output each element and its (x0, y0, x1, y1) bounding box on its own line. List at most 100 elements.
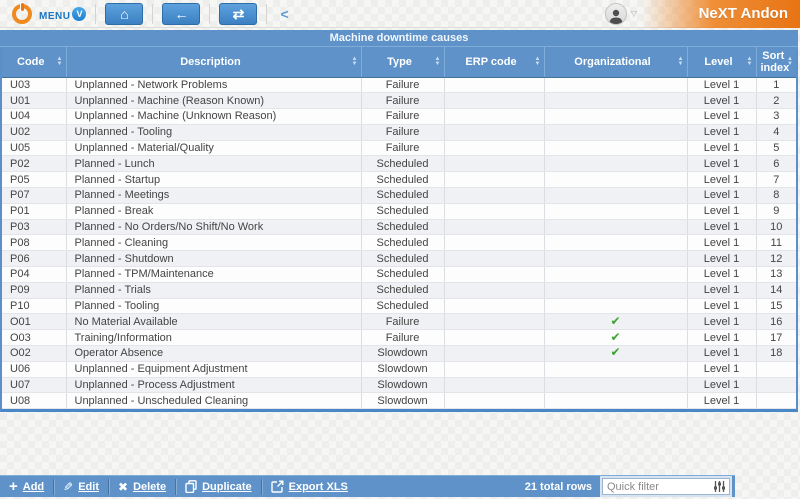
sort-icon[interactable]: ▲▼ (352, 57, 358, 67)
cell-org: ✔ (544, 346, 687, 362)
bottom-toolbar: + Add ✎ Edit ✖ Delete Duplicate (0, 475, 735, 497)
cell-code: U08 (2, 393, 66, 409)
cell-description: No Material Available (66, 314, 361, 330)
refresh-button[interactable]: ⇄ (219, 3, 257, 25)
cell-level: Level 1 (687, 235, 756, 251)
cell-erp (444, 140, 544, 156)
sort-icon[interactable]: ▲▼ (678, 57, 684, 67)
pencil-icon: ✎ (63, 480, 73, 494)
export-xls-button[interactable]: Export XLS (262, 476, 357, 497)
cell-type: Scheduled (361, 156, 444, 172)
table-row[interactable]: U02Unplanned - ToolingFailureLevel 14 (2, 124, 796, 140)
sort-icon[interactable]: ▲▼ (435, 57, 441, 67)
table-row[interactable]: U07Unplanned - Process AdjustmentSlowdow… (2, 377, 796, 393)
cell-description: Planned - Break (66, 203, 361, 219)
column-header-sort[interactable]: Sort index▲▼ (756, 47, 796, 77)
divider (266, 4, 267, 24)
table-row[interactable]: U06Unplanned - Equipment AdjustmentSlowd… (2, 361, 796, 377)
page: Menu V ⌂ ← ⇄ < ▽ NeXT Andon Machine down… (0, 0, 800, 499)
table-row[interactable]: P06Planned - ShutdownScheduledLevel 112 (2, 251, 796, 267)
menu-label: Menu (39, 6, 70, 22)
cell-erp (444, 298, 544, 314)
edit-button[interactable]: ✎ Edit (54, 476, 108, 497)
table-row[interactable]: P02Planned - LunchScheduledLevel 16 (2, 156, 796, 172)
table-row[interactable]: P09Planned - TrialsScheduledLevel 114 (2, 282, 796, 298)
column-header-type[interactable]: Type▲▼ (361, 47, 444, 77)
cell-org (544, 124, 687, 140)
cell-code: P05 (2, 172, 66, 188)
cell-org (544, 377, 687, 393)
column-header-description[interactable]: Description▲▼ (66, 47, 361, 77)
cell-description: Planned - Cleaning (66, 235, 361, 251)
cell-sort: 5 (756, 140, 796, 156)
user-avatar[interactable] (605, 3, 627, 25)
cell-sort (756, 393, 796, 409)
sort-icon[interactable]: ▲▼ (57, 57, 63, 67)
org-checkmark-icon: ✔ (610, 330, 620, 344)
back-button[interactable]: ← (162, 3, 200, 25)
table-row[interactable]: P01Planned - BreakScheduledLevel 19 (2, 203, 796, 219)
cell-erp (444, 219, 544, 235)
quick-filter-input[interactable] (603, 479, 713, 494)
table-row[interactable]: P10Planned - ToolingScheduledLevel 115 (2, 298, 796, 314)
table-row[interactable]: P04Planned - TPM/MaintenanceScheduledLev… (2, 267, 796, 283)
table-row[interactable]: O02Operator AbsenceSlowdown✔Level 118 (2, 346, 796, 362)
duplicate-button[interactable]: Duplicate (176, 476, 261, 497)
delete-button[interactable]: ✖ Delete (109, 476, 175, 497)
table-row[interactable]: U04Unplanned - Machine (Unknown Reason)F… (2, 109, 796, 125)
cell-sort: 8 (756, 188, 796, 204)
cell-description: Unplanned - Equipment Adjustment (66, 361, 361, 377)
cell-org (544, 251, 687, 267)
cell-description: Planned - Startup (66, 172, 361, 188)
table-row[interactable]: O01No Material AvailableFailure✔Level 11… (2, 314, 796, 330)
cell-sort: 18 (756, 346, 796, 362)
cell-sort: 7 (756, 172, 796, 188)
cell-erp (444, 172, 544, 188)
cell-sort: 15 (756, 298, 796, 314)
table-row[interactable]: P05Planned - StartupScheduledLevel 17 (2, 172, 796, 188)
cell-type: Failure (361, 93, 444, 109)
column-header-erp[interactable]: ERP code▲▼ (444, 47, 544, 77)
cell-type: Scheduled (361, 172, 444, 188)
cell-description: Unplanned - Tooling (66, 124, 361, 140)
collapse-chevron[interactable]: < (280, 6, 288, 22)
table-row[interactable]: U08Unplanned - Unscheduled CleaningSlowd… (2, 393, 796, 409)
divider (95, 4, 96, 24)
cell-org (544, 393, 687, 409)
cell-code: P06 (2, 251, 66, 267)
cell-code: U07 (2, 377, 66, 393)
sort-icon[interactable]: ▲▼ (535, 57, 541, 67)
org-checkmark-icon: ✔ (610, 314, 620, 328)
cell-level: Level 1 (687, 140, 756, 156)
cell-level: Level 1 (687, 330, 756, 346)
cell-code: P09 (2, 282, 66, 298)
cell-level: Level 1 (687, 124, 756, 140)
table-row[interactable]: P08Planned - CleaningScheduledLevel 111 (2, 235, 796, 251)
table-row[interactable]: O03Training/InformationFailure✔Level 117 (2, 330, 796, 346)
sort-icon[interactable]: ▲▼ (787, 57, 793, 67)
cell-org (544, 267, 687, 283)
cell-code: P02 (2, 156, 66, 172)
divider (209, 4, 210, 24)
home-button[interactable]: ⌂ (105, 3, 143, 25)
table-row[interactable]: U05Unplanned - Material/QualityFailureLe… (2, 140, 796, 156)
table-row[interactable]: P07Planned - MeetingsScheduledLevel 18 (2, 188, 796, 204)
column-header-level[interactable]: Level▲▼ (687, 47, 756, 77)
cell-erp (444, 377, 544, 393)
table-row[interactable]: U03Unplanned - Network ProblemsFailureLe… (2, 77, 796, 93)
column-header-code[interactable]: Code▲▼ (2, 47, 66, 77)
cell-type: Scheduled (361, 203, 444, 219)
cell-erp (444, 267, 544, 283)
table-row[interactable]: P03Planned - No Orders/No Shift/No WorkS… (2, 219, 796, 235)
brand-area: NeXT Andon (642, 0, 800, 28)
sort-icon[interactable]: ▲▼ (747, 57, 753, 67)
add-button[interactable]: + Add (0, 476, 53, 497)
cell-org (544, 298, 687, 314)
menu-button[interactable]: Menu V (39, 6, 86, 22)
avatar-dropdown-icon[interactable]: ▽ (631, 9, 637, 18)
cell-org (544, 203, 687, 219)
column-header-org[interactable]: Organizational▲▼ (544, 47, 687, 77)
filter-sliders-icon[interactable] (713, 480, 726, 493)
cell-sort: 9 (756, 203, 796, 219)
table-row[interactable]: U01Unplanned - Machine (Reason Known)Fai… (2, 93, 796, 109)
